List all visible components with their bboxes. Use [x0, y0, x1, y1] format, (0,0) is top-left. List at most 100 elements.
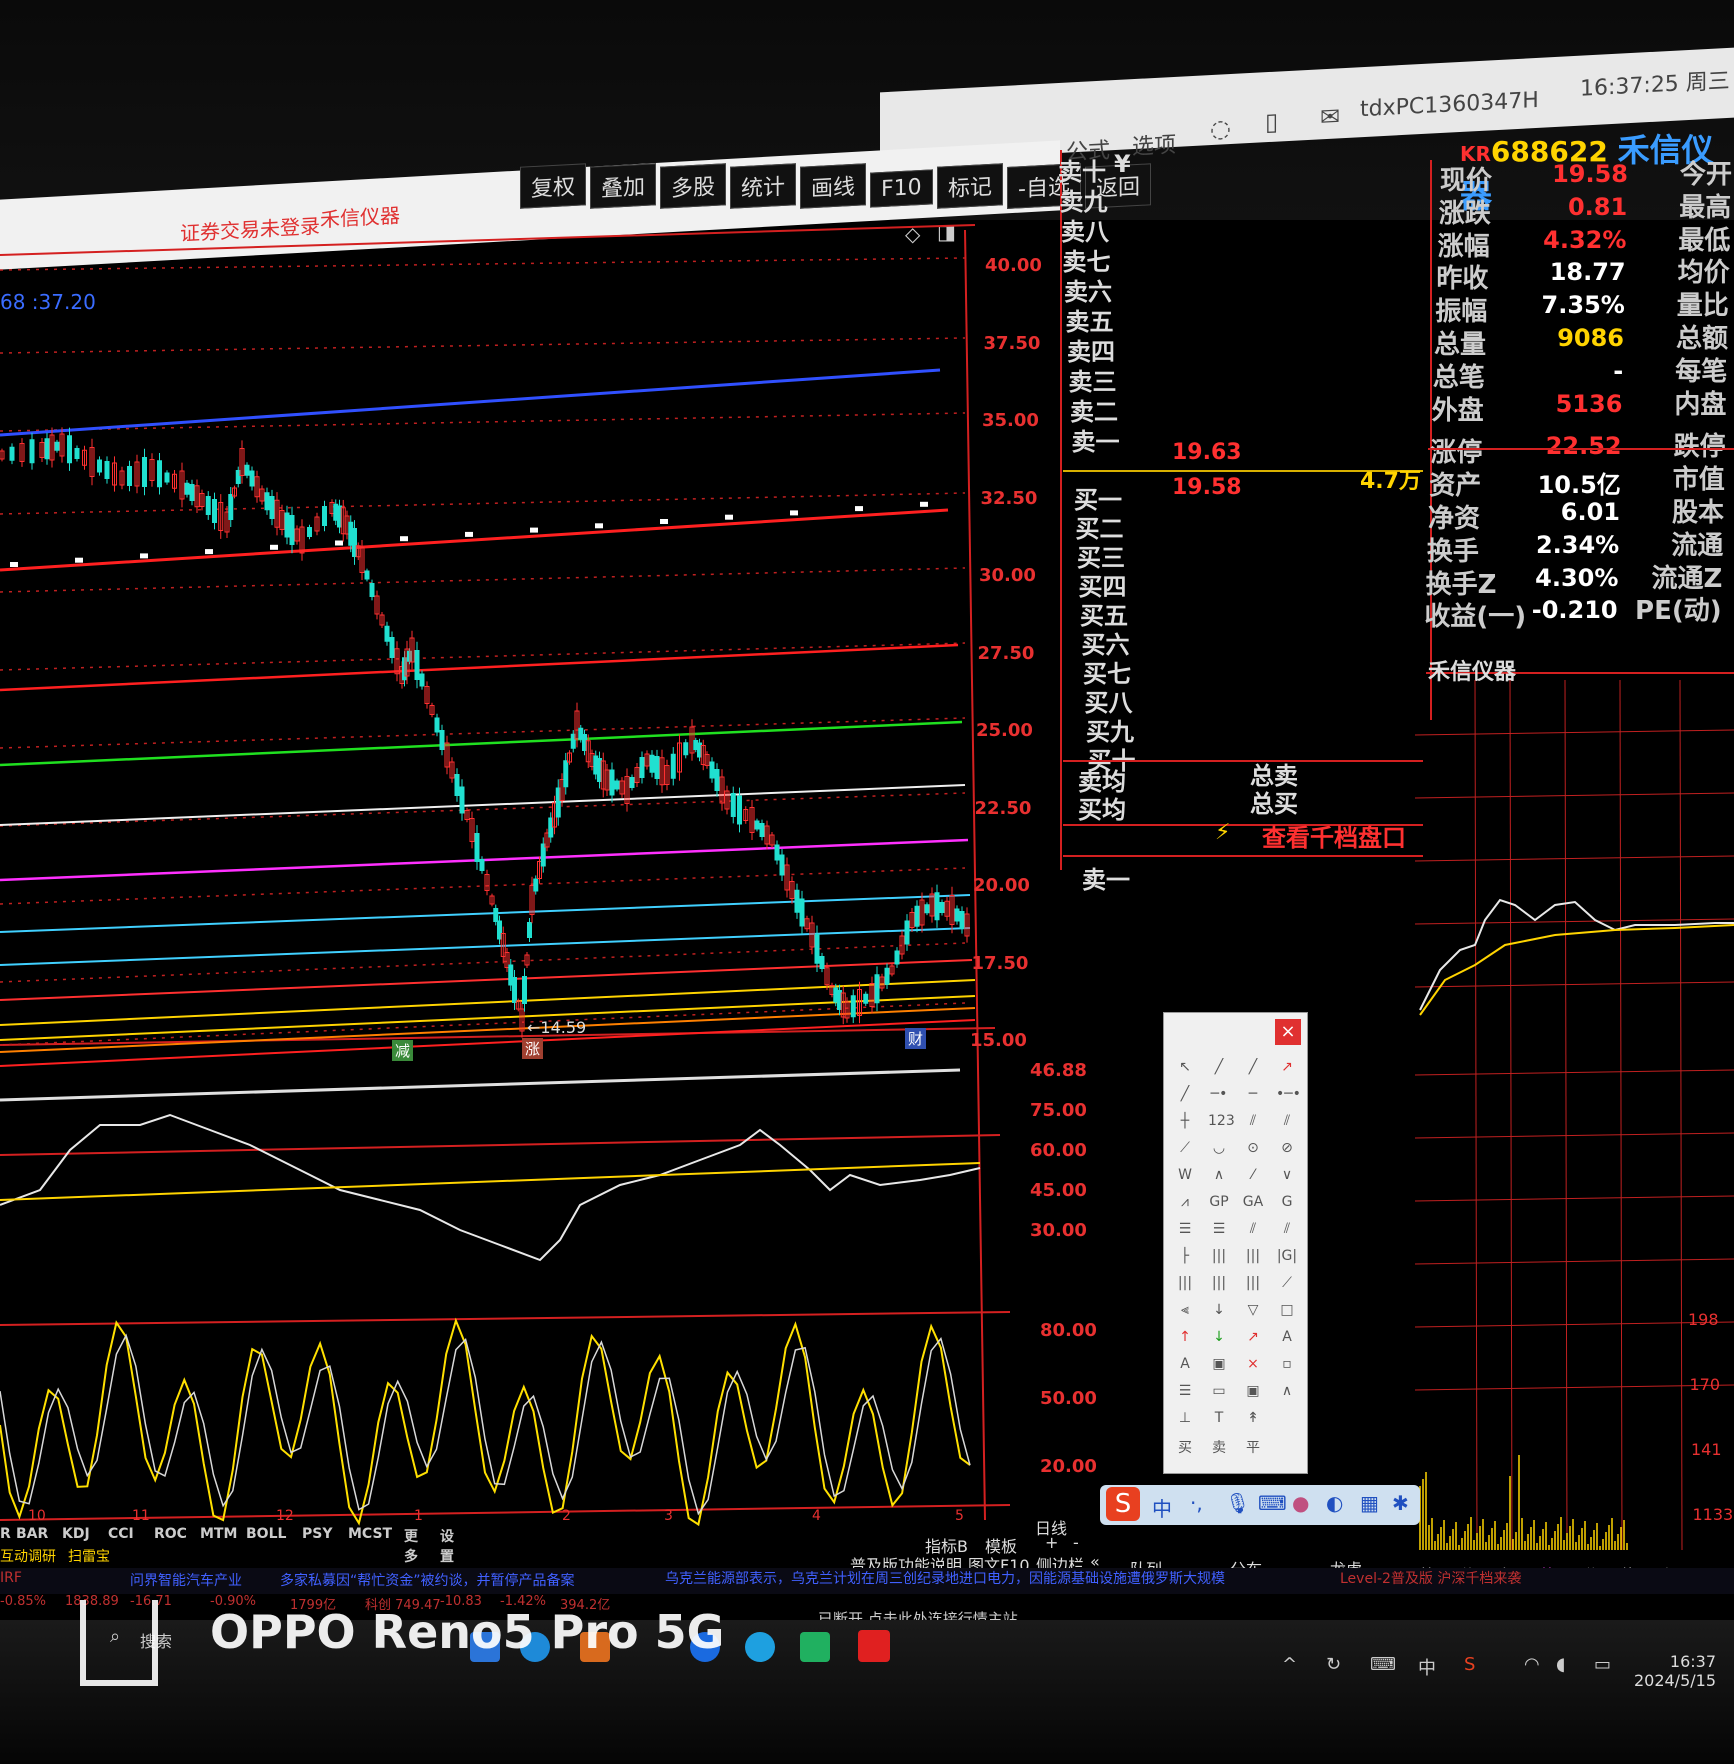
drawing-tool-icon[interactable]: ▽ [1242, 1302, 1264, 1320]
bottom-left-tab[interactable]: 互动调研 [0, 1546, 56, 1566]
drawing-tool-icon[interactable]: ↑ [1174, 1329, 1196, 1347]
drawing-tool-icon[interactable]: ∧ [1276, 1383, 1298, 1401]
keyboard-tray-icon[interactable]: ⌨ [1370, 1654, 1396, 1675]
drawing-tool-icon[interactable] [1276, 1437, 1298, 1455]
drawing-tool-icon[interactable]: ⁄ [1242, 1167, 1264, 1185]
tdx-app-icon[interactable] [858, 1630, 890, 1662]
drawing-tool-icon[interactable]: ⊘ [1276, 1140, 1298, 1158]
news-left[interactable]: 多家私募因“帮忙资金”被约谈，并暂停产品备案 [280, 1570, 575, 1590]
drawing-tool-icon[interactable]: × [1242, 1356, 1264, 1374]
drawing-tool-icon[interactable] [1276, 1410, 1298, 1428]
drawing-tool-icon[interactable]: ∧ [1208, 1167, 1230, 1185]
settings-icon[interactable]: ✱ [1392, 1491, 1409, 1515]
indicator-tab[interactable]: R [0, 1526, 11, 1542]
drawing-tool-icon[interactable]: ╱ [1208, 1059, 1230, 1077]
tray-sogou-icon[interactable]: S [1464, 1654, 1475, 1675]
battery-icon[interactable]: ▭ [1594, 1654, 1611, 1675]
drawing-tool-icon[interactable]: ↓ [1208, 1302, 1230, 1320]
drawing-tool-icon[interactable]: ▣ [1242, 1383, 1264, 1401]
drawing-tool-icon[interactable]: ▭ [1208, 1383, 1230, 1401]
keyboard-icon[interactable]: ⌨ [1258, 1491, 1287, 1515]
indicator-tab[interactable]: BAR [16, 1526, 48, 1542]
drawing-tool-icon[interactable]: ⫽ [1242, 1221, 1264, 1239]
drawing-tool-icon[interactable]: ⟋ [1174, 1140, 1196, 1158]
skin-icon[interactable]: ● [1292, 1491, 1309, 1515]
indicator-tab[interactable]: BOLL [246, 1526, 286, 1542]
game-icon[interactable]: ◐ [1326, 1491, 1343, 1515]
drawing-tool-icon[interactable]: ⫽ [1242, 1113, 1264, 1131]
drawing-tool-icon[interactable]: 买 [1174, 1437, 1196, 1456]
sub-control[interactable]: - [1073, 1533, 1079, 1552]
drawing-tool-icon[interactable]: ☰ [1174, 1221, 1196, 1239]
drawing-tool-icon[interactable]: ⫽ [1276, 1221, 1298, 1239]
drawing-tool-icon[interactable]: ╱ [1242, 1059, 1264, 1077]
punctuation-icon[interactable]: ·, [1190, 1491, 1203, 1515]
indicator-tab[interactable]: PSY [302, 1526, 332, 1542]
drawing-tool-icon[interactable]: ↗ [1242, 1329, 1264, 1347]
indicator-tab[interactable]: CCI [108, 1526, 134, 1542]
drawing-tool-icon[interactable]: ┼ [1174, 1113, 1196, 1131]
level2-promo[interactable]: Level-2普及版 沪深千档来袭 [1340, 1568, 1521, 1588]
drawing-tool-icon[interactable]: ↓ [1208, 1329, 1230, 1347]
event-tag-reduce[interactable]: 减 [392, 1040, 414, 1061]
indicator-tab[interactable]: ROC [154, 1526, 187, 1542]
drawing-tool-icon[interactable]: ▫ [1276, 1356, 1298, 1374]
drawing-tool-icon[interactable]: GP [1208, 1194, 1230, 1212]
indicator-tab[interactable]: MCST [348, 1526, 392, 1542]
wifi-icon[interactable]: ◠ [1524, 1654, 1540, 1675]
drawing-tool-icon[interactable]: ◡ [1208, 1140, 1230, 1158]
grid-icon[interactable]: ▦ [1360, 1491, 1379, 1515]
indicator-tab[interactable]: KDJ [62, 1526, 90, 1542]
drawing-tool-icon[interactable]: ⫽ [1276, 1113, 1298, 1131]
phone-icon[interactable]: ▯ [1265, 108, 1278, 137]
microphone-icon[interactable]: 🎙 [1225, 1491, 1250, 1515]
mail-icon[interactable]: ✉ [1320, 102, 1340, 131]
indicator-tab[interactable]: MTM [200, 1526, 237, 1542]
ie-icon[interactable] [745, 1632, 775, 1662]
drawing-tool-icon[interactable]: ─• [1208, 1086, 1230, 1104]
sub-control[interactable]: + [1045, 1533, 1058, 1552]
drawing-tool-icon[interactable]: ⩘ [1174, 1194, 1196, 1212]
volume-icon[interactable]: ◖ [1556, 1654, 1565, 1675]
drawing-tool-icon[interactable]: ╱ [1174, 1086, 1196, 1104]
drawing-tool-icon[interactable]: ⊥ [1174, 1410, 1196, 1428]
drawing-tool-icon[interactable]: ∨ [1276, 1167, 1298, 1185]
drawing-tool-icon[interactable]: □ [1276, 1302, 1298, 1320]
support-icon[interactable]: ◌ [1210, 114, 1231, 143]
drawing-tool-icon[interactable]: W [1174, 1167, 1196, 1185]
drawing-tool-icon[interactable]: ▣ [1208, 1356, 1230, 1374]
drawing-tool-icon[interactable]: ||| [1242, 1248, 1264, 1266]
news-ticker[interactable]: 乌克兰能源部表示，乌克兰计划在周三创纪录地进口电力，因能源基础设施遭俄罗斯大规模 [665, 1568, 1225, 1588]
news-auto[interactable]: 问界智能汽车产业 [130, 1570, 242, 1590]
intraday-chart[interactable] [1415, 680, 1734, 1550]
drawing-tool-icon[interactable]: T [1208, 1410, 1230, 1428]
drawing-tool-icon[interactable]: ⊙ [1242, 1140, 1264, 1158]
chevron-up-icon[interactable]: ^ [1282, 1654, 1297, 1675]
event-tag-finance[interactable]: 财 [905, 1028, 927, 1049]
event-tag-rise[interactable]: 涨 [522, 1038, 544, 1059]
main-chart[interactable] [0, 200, 1010, 1540]
drawing-tool-icon[interactable]: ||| [1242, 1275, 1264, 1293]
view-thousand-orders-link[interactable]: 查看千档盘口 [1262, 818, 1406, 853]
sogou-icon[interactable]: S [1106, 1487, 1140, 1521]
drawing-tool-icon[interactable]: ↟ [1242, 1410, 1264, 1428]
drawing-tool-icon[interactable]: 卖 [1208, 1437, 1230, 1456]
drawing-tool-icon[interactable]: •─• [1276, 1086, 1301, 1104]
drawing-tool-icon[interactable]: 平 [1242, 1437, 1264, 1456]
system-clock[interactable]: 16:37 2024/5/15 [1634, 1652, 1716, 1690]
tray-ime-language[interactable]: 中 [1418, 1654, 1436, 1680]
close-icon[interactable]: × [1275, 1019, 1301, 1045]
drawing-tool-icon[interactable]: ↖ [1174, 1059, 1196, 1077]
bottom-left-tab[interactable]: 扫雷宝 [68, 1546, 110, 1566]
drawing-tool-icon[interactable]: ||| [1208, 1248, 1230, 1266]
drawing-tool-icon[interactable]: ↗ [1276, 1059, 1298, 1077]
drawing-tool-icon[interactable]: GA [1242, 1194, 1264, 1212]
drawing-tool-icon[interactable]: ├ [1174, 1248, 1196, 1266]
drawing-tool-icon[interactable]: ⟋ [1276, 1275, 1298, 1293]
drawing-tool-icon[interactable]: A [1174, 1356, 1196, 1374]
drawing-tool-icon[interactable]: ⫷ [1174, 1302, 1196, 1320]
drawing-tool-icon[interactable]: |G| [1276, 1248, 1298, 1266]
drawing-tool-icon[interactable]: ||| [1208, 1275, 1230, 1293]
drawing-tool-icon[interactable]: ─ [1242, 1086, 1264, 1104]
drawing-tool-icon[interactable]: A [1276, 1329, 1298, 1347]
